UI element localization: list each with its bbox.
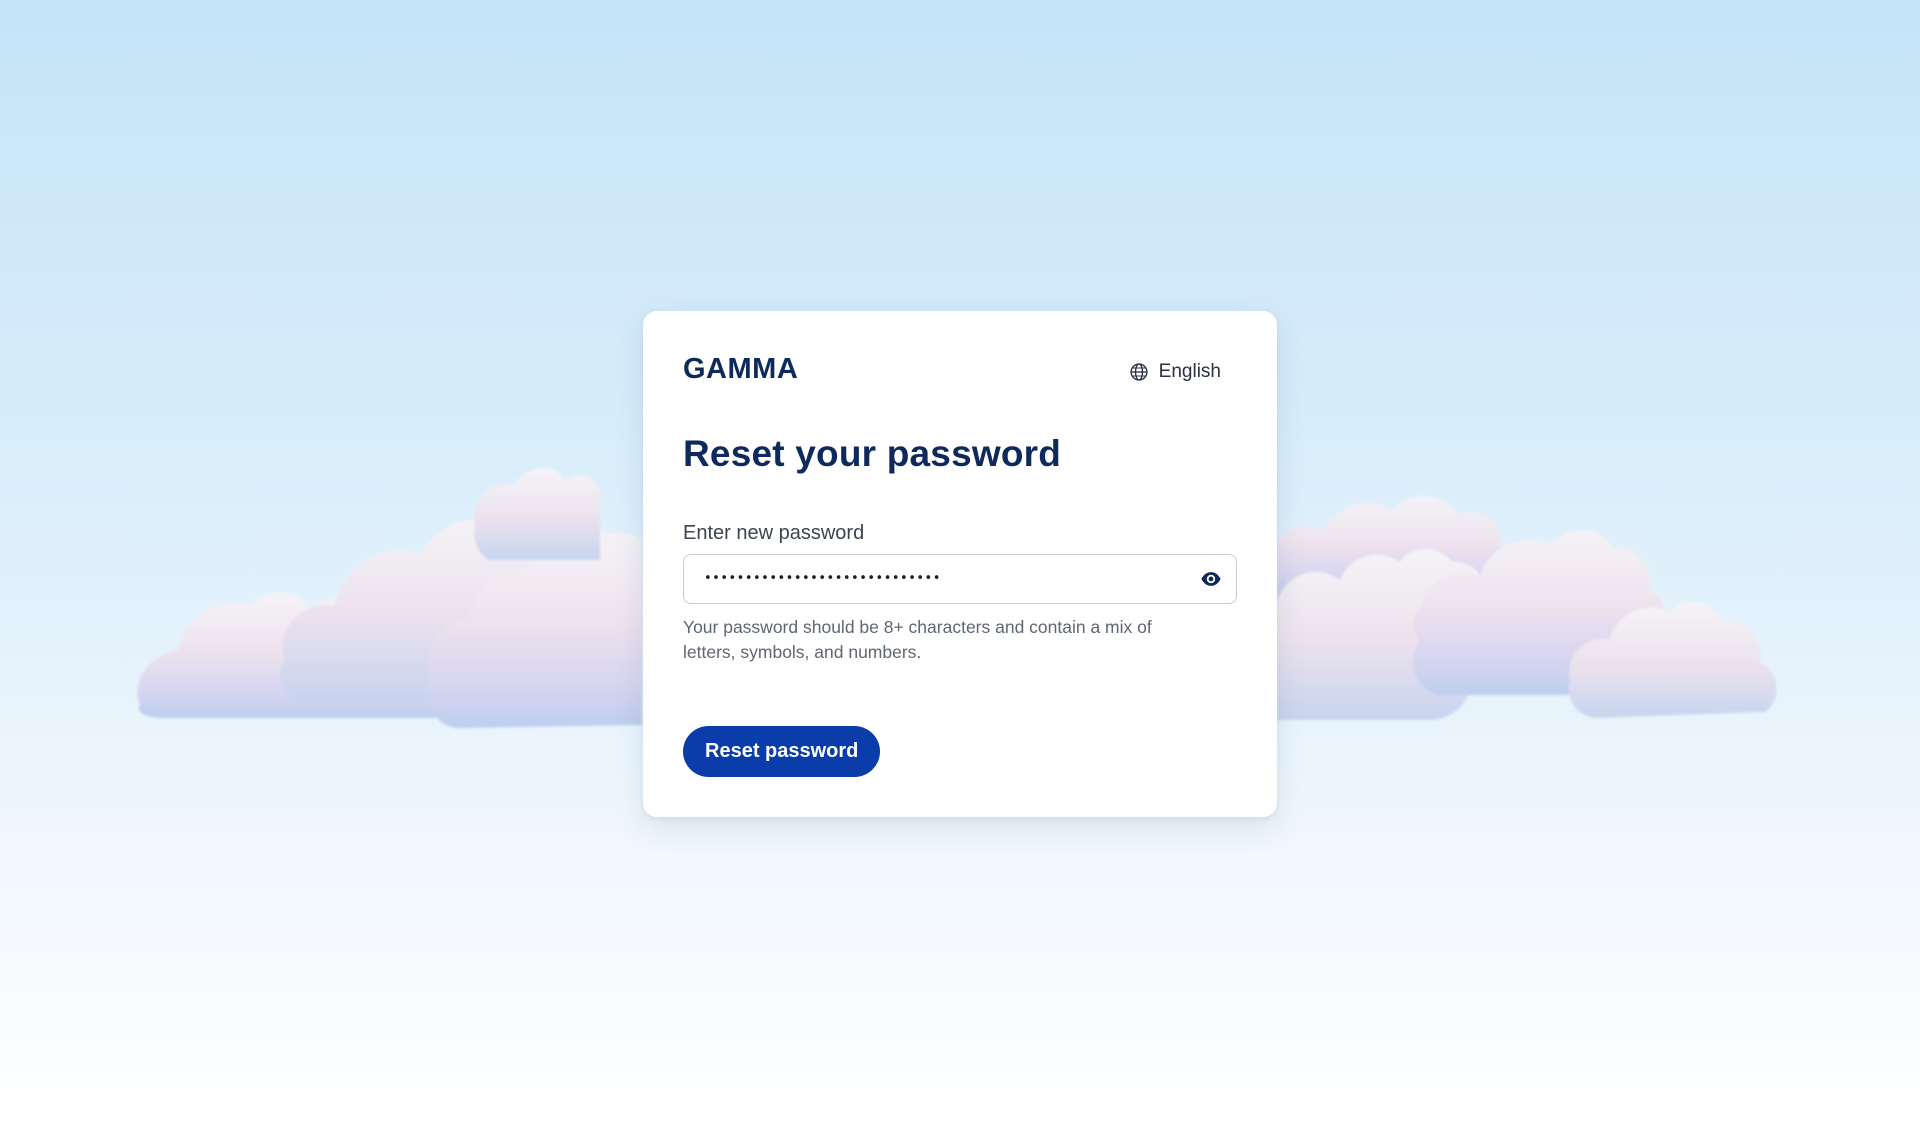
language-label: English: [1158, 361, 1221, 382]
svg-text:GAMMA: GAMMA: [683, 355, 798, 381]
password-requirements-hint: Your password should be 8+ characters an…: [683, 617, 1152, 662]
new-password-input[interactable]: [704, 555, 1174, 602]
password-field-container: [683, 554, 1237, 604]
reset-password-card: GAMMA English Reset your password Enter …: [643, 311, 1277, 817]
page-background: GAMMA English Reset your password Enter …: [0, 0, 1920, 1128]
language-selector[interactable]: English: [1129, 361, 1221, 383]
gamma-logo: GAMMA: [683, 355, 798, 381]
password-field-label: Enter new password: [683, 522, 865, 544]
page-title: Reset your password: [683, 433, 1062, 474]
reset-password-button[interactable]: Reset password: [683, 726, 881, 777]
globe-icon: [1129, 362, 1149, 382]
eye-icon[interactable]: [1200, 568, 1222, 590]
